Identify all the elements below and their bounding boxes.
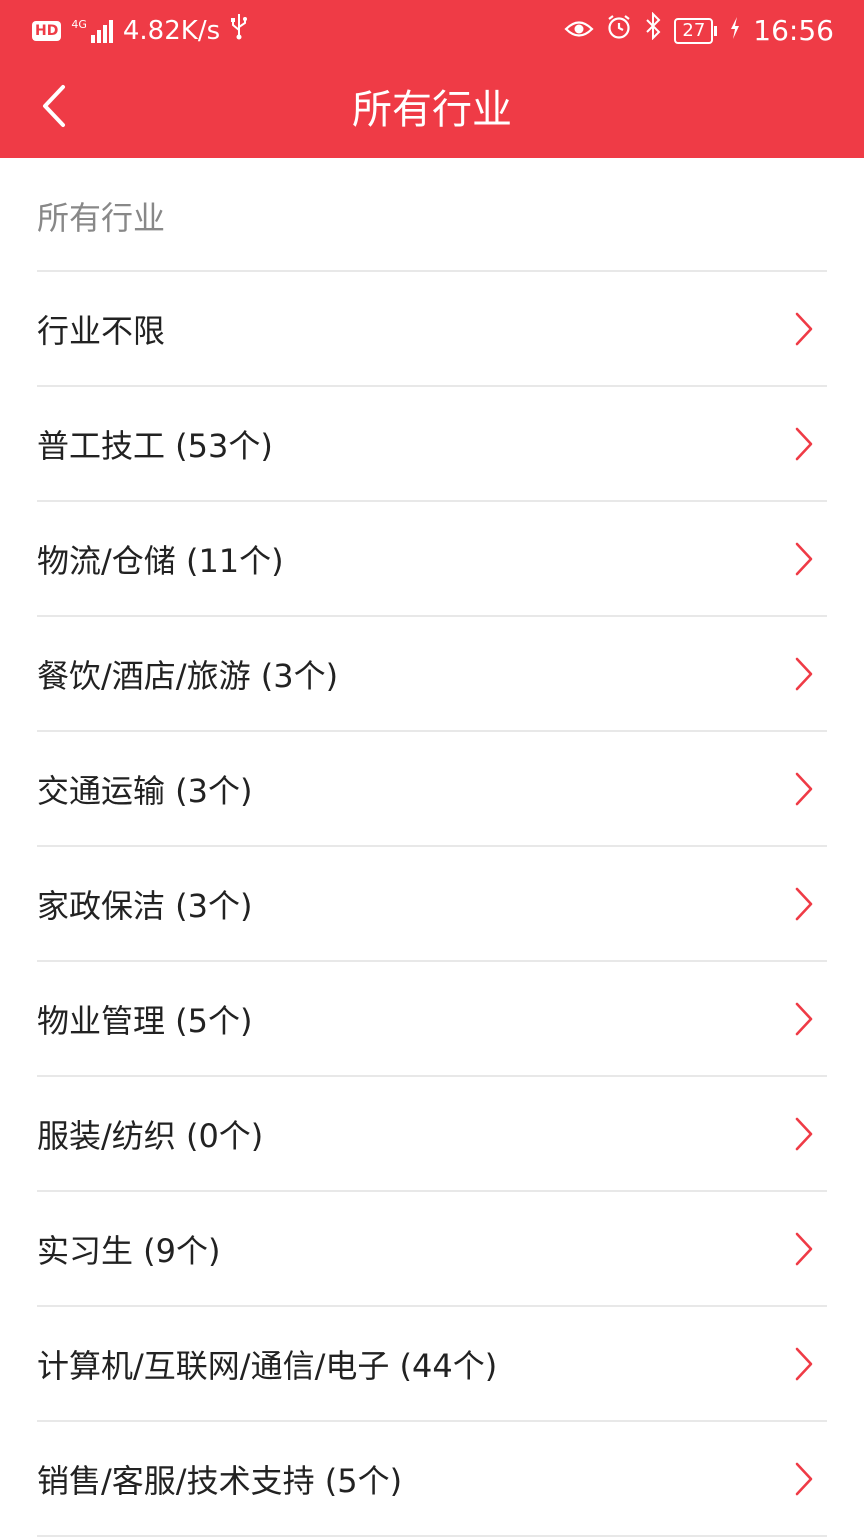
chevron-right-icon: [789, 999, 819, 1039]
chevron-right-icon: [789, 654, 819, 694]
industry-item-label: 普工技工 (53个): [37, 426, 273, 465]
alarm-icon: [606, 13, 632, 49]
signal-icon: 4G: [71, 19, 113, 43]
industry-item[interactable]: 实习生 (9个): [37, 1192, 827, 1307]
chevron-right-icon: [789, 424, 819, 464]
industry-item-label: 行业不限: [37, 311, 166, 350]
network-type: 4G: [71, 18, 87, 31]
charging-icon: [729, 13, 741, 49]
battery-level: 27: [674, 17, 714, 44]
industry-item[interactable]: 计算机/互联网/通信/电子 (44个): [37, 1307, 827, 1422]
industry-item[interactable]: 物流/仓储 (11个): [37, 502, 827, 617]
industry-item-label: 计算机/互联网/通信/电子 (44个): [37, 1346, 498, 1385]
network-speed: 4.82K/s: [122, 16, 221, 46]
section-title: 所有行业: [37, 158, 827, 272]
battery-icon: 27: [674, 17, 718, 44]
chevron-right-icon: [789, 884, 819, 924]
industry-item-label: 服装/纺织 (0个): [37, 1116, 264, 1155]
industry-item[interactable]: 销售/客服/技术支持 (5个): [37, 1422, 827, 1537]
chevron-right-icon: [789, 1344, 819, 1384]
industry-item-label: 交通运输 (3个): [37, 771, 253, 810]
industry-item[interactable]: 行业不限: [37, 272, 827, 387]
industry-item[interactable]: 服装/纺织 (0个): [37, 1077, 827, 1192]
chevron-right-icon: [789, 1114, 819, 1154]
industry-list-container: 所有行业 行业不限 普工技工 (53个) 物流/仓储 (11个) 餐饮/酒店/旅…: [0, 158, 864, 1537]
industry-item-label: 实习生 (9个): [37, 1231, 221, 1270]
industry-item[interactable]: 物业管理 (5个): [37, 962, 827, 1077]
chevron-right-icon: [789, 1459, 819, 1499]
chevron-right-icon: [789, 309, 819, 349]
chevron-right-icon: [789, 539, 819, 579]
chevron-right-icon: [789, 1229, 819, 1269]
status-bar-right: 27 16:56: [564, 11, 834, 49]
status-bar: HD 4G 4.82K/s 27 16:56: [0, 0, 864, 60]
industry-item-label: 餐饮/酒店/旅游 (3个): [37, 656, 339, 695]
eye-comfort-icon: [564, 13, 594, 49]
bluetooth-icon: [644, 11, 662, 49]
industry-item-label: 物业管理 (5个): [37, 1001, 253, 1040]
industry-item[interactable]: 餐饮/酒店/旅游 (3个): [37, 617, 827, 732]
industry-item[interactable]: 交通运输 (3个): [37, 732, 827, 847]
industry-item-label: 销售/客服/技术支持 (5个): [37, 1461, 403, 1500]
industry-item[interactable]: 普工技工 (53个): [37, 387, 827, 502]
industry-item[interactable]: 家政保洁 (3个): [37, 847, 827, 962]
industry-item-label: 家政保洁 (3个): [37, 886, 253, 925]
hd-icon: HD: [32, 21, 62, 41]
usb-icon: [230, 12, 248, 50]
clock-time: 16:56: [753, 13, 834, 47]
industry-item-label: 物流/仓储 (11个): [37, 541, 284, 580]
nav-bar: 所有行业: [0, 60, 864, 158]
page-title: 所有行业: [352, 87, 512, 133]
app-header: HD 4G 4.82K/s 27 16:56 所有行业: [0, 0, 864, 158]
industry-list: 行业不限 普工技工 (53个) 物流/仓储 (11个) 餐饮/酒店/旅游 (3个…: [0, 272, 864, 1537]
chevron-right-icon: [789, 769, 819, 809]
status-bar-left: HD 4G 4.82K/s: [32, 12, 248, 50]
